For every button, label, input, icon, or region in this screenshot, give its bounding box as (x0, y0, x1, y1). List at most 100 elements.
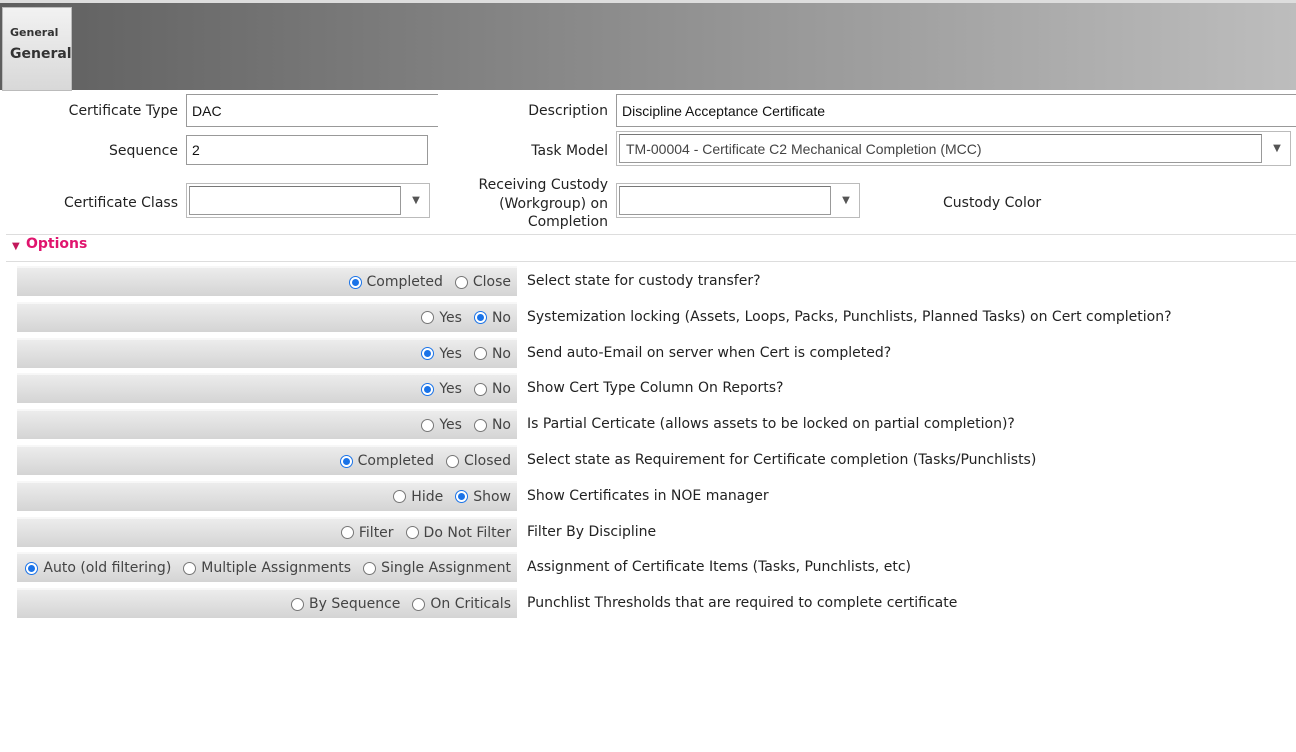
radio-unchecked-icon[interactable] (473, 347, 487, 361)
radio-checked-icon[interactable] (455, 490, 469, 504)
option-radio[interactable]: Auto (old filtering) (25, 560, 171, 576)
option-radio-label: No (491, 417, 511, 434)
option-radio[interactable]: Hide (393, 489, 443, 505)
option-radio-group: Yes No (17, 301, 517, 332)
radio-checked-icon[interactable] (473, 311, 487, 325)
radio-unchecked-icon[interactable] (290, 597, 304, 611)
option-radio-label: Yes (439, 381, 462, 398)
collapse-triangle-icon[interactable]: ▼ (12, 241, 20, 252)
certificate-type-input[interactable]: DAC (186, 94, 438, 127)
description-input[interactable]: Discipline Acceptance Certificate (616, 94, 1296, 127)
option-radio[interactable]: Do Not Filter (405, 524, 511, 541)
option-radio-label: Yes (439, 417, 462, 434)
task-model-combo[interactable]: TM-00004 - Certificate C2 Mechanical Com… (616, 131, 1291, 166)
option-question: Punchlist Thresholds that are required t… (527, 595, 958, 612)
option-radio[interactable]: Completed (348, 274, 443, 290)
option-radio[interactable]: On Criticals (412, 596, 511, 612)
option-radio[interactable]: Yes (421, 381, 462, 397)
radio-unchecked-icon[interactable] (473, 418, 487, 432)
option-radio[interactable]: Show (455, 489, 511, 505)
option-radio[interactable]: Single Assignment (363, 560, 511, 576)
option-radio-label: Hide (411, 488, 444, 505)
certificate-type-label: Certificate Type (68, 103, 178, 119)
option-radio[interactable]: Completed (339, 453, 434, 469)
radio-checked-icon[interactable] (421, 347, 435, 361)
option-question: Select state as Requirement for Certific… (527, 452, 1037, 468)
tab-general-small-label: General (10, 26, 59, 39)
radio-checked-icon[interactable] (348, 275, 362, 289)
option-radio[interactable]: Closed (445, 453, 511, 469)
option-radio-group: Yes No (17, 337, 517, 368)
option-question: Assignment of Certificate Items (Tasks, … (527, 559, 912, 576)
chevron-down-icon[interactable]: ▼ (833, 184, 859, 217)
option-radio-label: On Criticals (430, 596, 511, 613)
option-row: Hide Show Show Certificates in NOE manager (17, 480, 1296, 511)
certificate-class-combo[interactable]: ▼ (186, 183, 430, 218)
option-radio-group: By Sequence On Criticals (17, 588, 517, 619)
option-radio-label: Yes (439, 345, 462, 362)
option-radio[interactable]: Close (454, 274, 511, 290)
option-radio-group: Completed Close (17, 266, 517, 296)
option-radio[interactable]: No (473, 309, 511, 326)
header-bar: General General (0, 0, 1296, 91)
option-radio[interactable]: Filter (340, 525, 394, 541)
receiving-custody-combo[interactable]: ▼ (616, 183, 860, 218)
option-radio-group: Completed Closed (17, 445, 517, 475)
radio-unchecked-icon[interactable] (445, 454, 459, 468)
option-radio[interactable]: Yes (421, 417, 462, 433)
option-radio[interactable]: Yes (421, 346, 462, 362)
radio-unchecked-icon[interactable] (340, 526, 354, 540)
radio-unchecked-icon[interactable] (363, 561, 377, 575)
option-radio[interactable]: Yes (421, 310, 462, 326)
option-question: Filter By Discipline (527, 523, 657, 540)
option-row: Yes No Is Partial Certicate (allows assets… (17, 409, 1296, 440)
option-row: By Sequence On Criticals Punchlist Thresho… (17, 588, 1296, 619)
receiving-custody-label-line: (Workgroup) on (499, 195, 608, 212)
task-model-label: Task Model (531, 143, 608, 159)
chevron-down-icon[interactable]: ▼ (1264, 132, 1290, 165)
option-row: Yes No Show Cert Type Column On Reports? (17, 373, 1296, 404)
radio-checked-icon[interactable] (25, 561, 39, 575)
radio-unchecked-icon[interactable] (412, 597, 426, 611)
option-radio[interactable]: By Sequence (290, 596, 400, 612)
option-radio-label: Completed (357, 453, 434, 469)
option-row: Completed Close Select state for custody t… (17, 266, 1296, 296)
option-radio-label: Auto (old filtering) (43, 560, 172, 577)
radio-unchecked-icon[interactable] (421, 311, 435, 325)
sequence-input[interactable]: 2 (186, 135, 428, 165)
radio-unchecked-icon[interactable] (454, 275, 468, 289)
radio-checked-icon[interactable] (421, 382, 435, 396)
chevron-down-icon[interactable]: ▼ (403, 184, 429, 217)
option-question: Show Certificates in NOE manager (527, 487, 769, 504)
task-model-value: TM-00004 - Certificate C2 Mechanical Com… (619, 134, 1262, 163)
option-radio-label: Show (473, 488, 511, 505)
option-row: Yes No Systemization locking (Assets, Loop… (17, 301, 1296, 332)
option-radio[interactable]: No (473, 345, 511, 362)
option-row: Completed Closed Select state as Requireme… (17, 445, 1296, 475)
tab-general[interactable]: General General (2, 7, 72, 91)
option-radio[interactable]: Multiple Assignments (183, 560, 351, 576)
option-radio-label: No (491, 345, 511, 362)
radio-unchecked-icon[interactable] (183, 561, 197, 575)
option-radio-group: Hide Show (17, 480, 517, 511)
option-radio-label: No (491, 309, 511, 326)
option-radio[interactable]: No (473, 381, 511, 397)
option-radio-label: Completed (366, 274, 443, 290)
radio-unchecked-icon[interactable] (405, 526, 419, 540)
radio-unchecked-icon[interactable] (473, 382, 487, 396)
sequence-label: Sequence (108, 143, 178, 159)
option-radio-label: Close (472, 274, 511, 290)
option-radio-label: Yes (439, 309, 462, 326)
options-section-header[interactable]: ▼ Options (6, 234, 1296, 262)
certificate-class-value (189, 186, 401, 215)
receiving-custody-label-line: Receiving Custody (478, 177, 608, 193)
option-row: Yes No Send auto-Email on server when Cert… (17, 337, 1296, 368)
option-row: Filter Do Not Filter Filter By Discipline (17, 516, 1296, 547)
option-radio-group: Yes No (17, 373, 517, 404)
radio-unchecked-icon[interactable] (393, 490, 407, 504)
receiving-custody-value (619, 186, 831, 215)
radio-unchecked-icon[interactable] (421, 418, 435, 432)
option-radio-label: Do Not Filter (423, 524, 511, 541)
option-radio[interactable]: No (473, 417, 511, 434)
radio-checked-icon[interactable] (339, 454, 353, 468)
